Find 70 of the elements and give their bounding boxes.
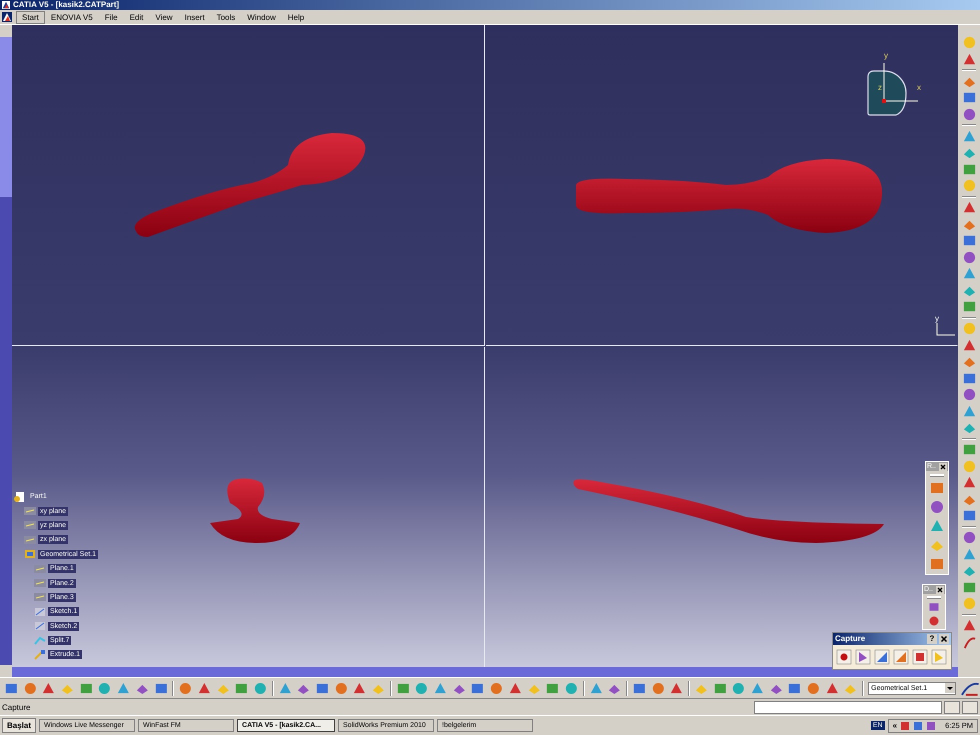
tray-icon[interactable] bbox=[913, 720, 924, 730]
toolbar-icon[interactable] bbox=[912, 649, 928, 665]
toolbar-icon[interactable] bbox=[836, 649, 852, 665]
toolbar-icon[interactable] bbox=[824, 680, 840, 696]
close-icon[interactable] bbox=[939, 462, 947, 470]
app-logo-icon[interactable] bbox=[2, 12, 12, 22]
sketch-icon bbox=[34, 621, 46, 632]
axis-label: z bbox=[878, 83, 882, 92]
axis-label: y bbox=[884, 51, 888, 60]
plane-icon bbox=[34, 592, 46, 602]
toolbar-icon[interactable] bbox=[962, 200, 976, 215]
toolbar-icon[interactable] bbox=[928, 601, 940, 613]
toolbar-icon[interactable] bbox=[855, 649, 871, 665]
toolbar-icon[interactable] bbox=[929, 499, 945, 515]
axis-label: y bbox=[935, 315, 940, 323]
split-icon bbox=[34, 636, 46, 646]
axis-label: x bbox=[917, 83, 921, 92]
tray-icon[interactable] bbox=[926, 720, 936, 730]
menu-item[interactable]: Help bbox=[282, 10, 310, 24]
axis-icon bbox=[935, 323, 955, 337]
plane-icon bbox=[34, 564, 46, 574]
toolbar-icon[interactable] bbox=[928, 615, 940, 627]
toolbar-icon[interactable] bbox=[352, 680, 368, 696]
part-icon bbox=[14, 492, 26, 502]
toolbar-title: Capture bbox=[835, 634, 866, 644]
status-text: Capture bbox=[2, 702, 32, 712]
toolbar-icon[interactable] bbox=[962, 387, 976, 402]
help-button[interactable]: ? bbox=[927, 634, 937, 644]
toolbar-icon[interactable] bbox=[41, 680, 56, 696]
status-button[interactable] bbox=[944, 700, 960, 714]
command-input-field[interactable] bbox=[754, 700, 942, 714]
tray-toggle[interactable]: « bbox=[892, 721, 898, 730]
set-icon bbox=[24, 549, 36, 560]
close-icon[interactable] bbox=[936, 586, 944, 594]
toolbar-icon[interactable] bbox=[962, 475, 976, 490]
toolbar-icon[interactable] bbox=[893, 649, 909, 665]
toolbar-icon[interactable] bbox=[962, 233, 976, 248]
toolbar-icon[interactable] bbox=[962, 618, 976, 633]
sketch-icon bbox=[34, 606, 46, 617]
tray-icon[interactable] bbox=[900, 720, 910, 730]
extrude-icon bbox=[34, 650, 46, 660]
toolbar-icon[interactable] bbox=[669, 680, 684, 696]
menu-item[interactable]: ENOVIA V5 bbox=[44, 10, 99, 24]
window-title: CATIA V5 - [kasik2.CATPart] bbox=[13, 0, 120, 10]
menu-item[interactable]: Edit bbox=[124, 10, 150, 24]
menu-item[interactable]: Tools bbox=[210, 10, 242, 24]
plane-icon bbox=[34, 578, 46, 588]
menu-item[interactable]: Window bbox=[241, 10, 282, 24]
toolbar-icon[interactable] bbox=[962, 106, 976, 122]
toolbar-icon[interactable] bbox=[874, 649, 890, 665]
toolbar-icon[interactable] bbox=[962, 338, 976, 352]
toolbar-icon[interactable] bbox=[962, 52, 976, 66]
menu-item[interactable]: File bbox=[98, 10, 124, 24]
menu-item[interactable]: View bbox=[149, 10, 179, 24]
app-logo-icon bbox=[2, 1, 10, 9]
close-icon[interactable] bbox=[939, 634, 949, 644]
toolbar-icon[interactable] bbox=[962, 508, 976, 523]
scrollbar-thumb[interactable] bbox=[0, 37, 12, 197]
status-button[interactable] bbox=[962, 700, 978, 714]
toolbar-icon[interactable] bbox=[508, 680, 523, 696]
menu-item[interactable]: Start bbox=[16, 10, 45, 24]
plane-icon bbox=[24, 506, 36, 516]
start-button[interactable]: Başlat bbox=[2, 718, 36, 733]
toolbar-icon[interactable] bbox=[962, 530, 976, 545]
plane-icon bbox=[24, 520, 36, 530]
menu-item[interactable]: Insert bbox=[178, 10, 211, 24]
toolbar-icon[interactable] bbox=[962, 250, 976, 264]
plane-icon bbox=[24, 534, 36, 545]
toolbar-icon[interactable] bbox=[962, 90, 976, 105]
toolbar-icon[interactable] bbox=[196, 680, 212, 696]
